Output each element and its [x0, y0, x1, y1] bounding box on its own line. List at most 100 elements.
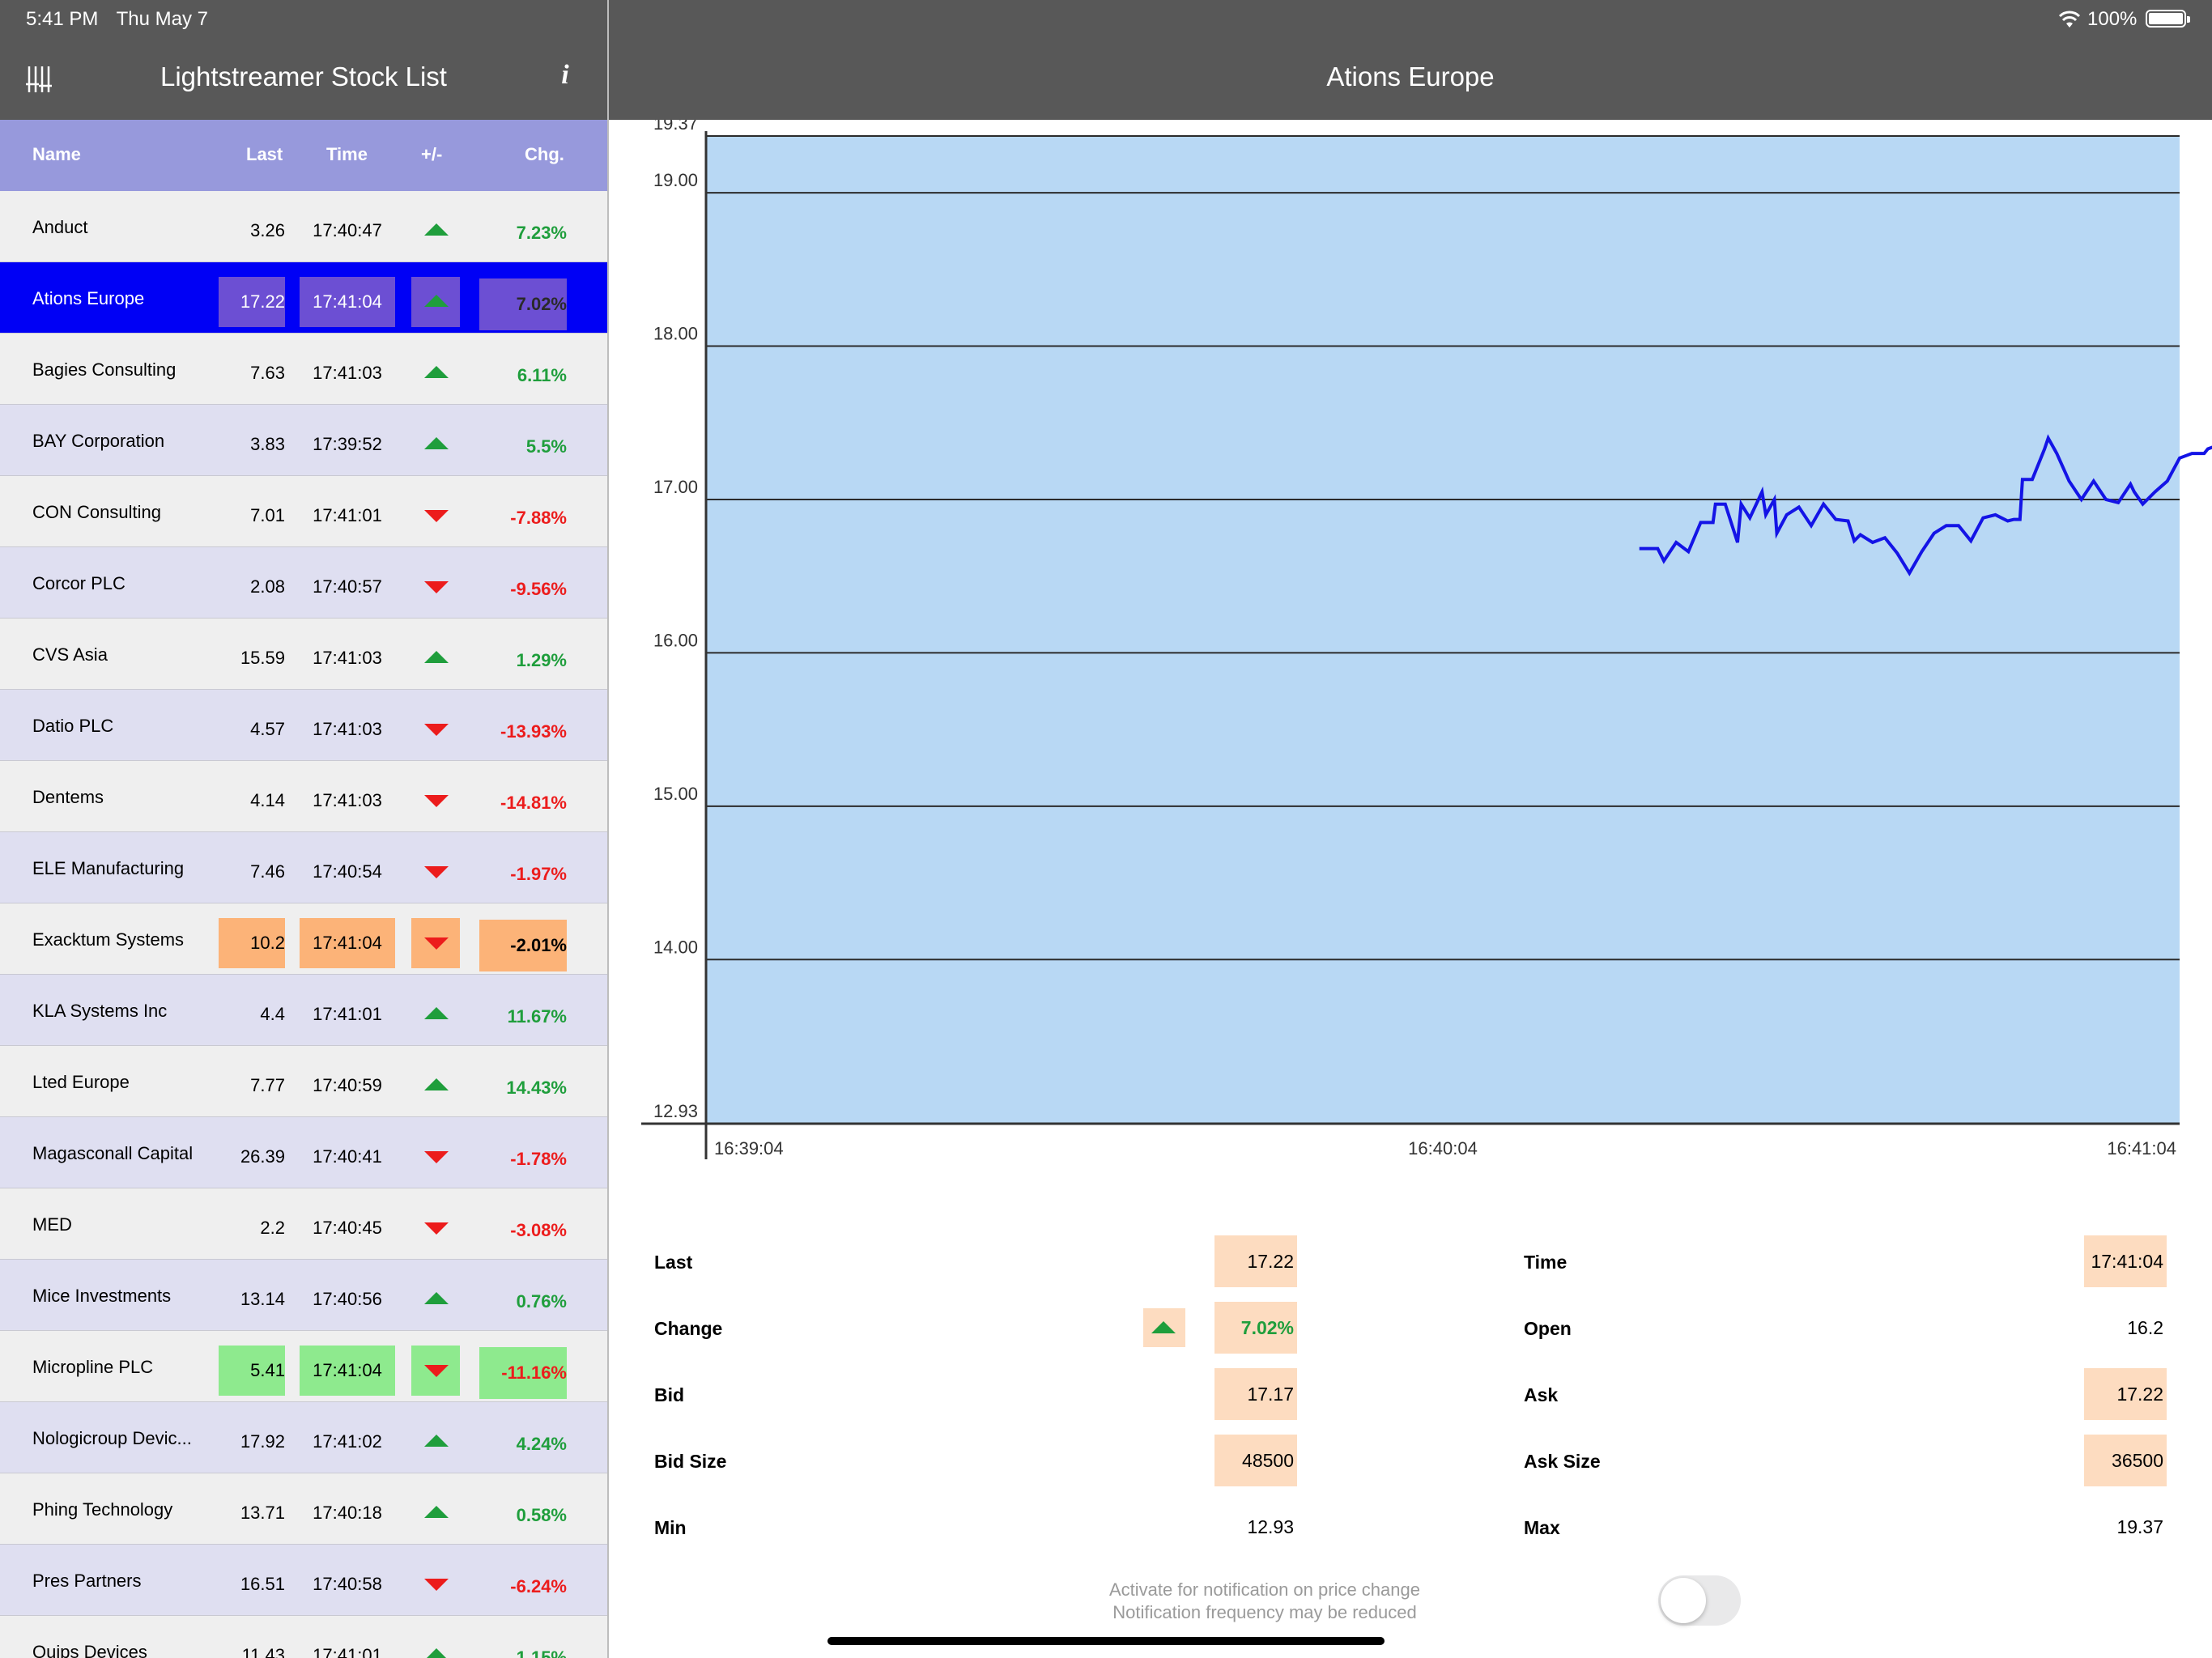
stock-list-pane: 5:41 PM Thu May 7 Lightstreamer Stock Li…: [0, 0, 607, 1658]
stock-last: 13.14: [240, 1289, 285, 1309]
column-last[interactable]: Last: [246, 144, 283, 165]
stock-change: 4.24%: [516, 1434, 567, 1454]
y-tick-label: 14.00: [653, 937, 698, 957]
status-time: 5:41 PM Thu May 7: [26, 8, 221, 31]
table-row[interactable]: Pres Partners 16.51 17:40:58 -6.24%: [0, 1545, 607, 1616]
table-row[interactable]: Corcor PLC 2.08 17:40:57 -9.56%: [0, 547, 607, 619]
notification-caption: Activate for notification on price chang…: [1078, 1579, 1451, 1624]
table-row[interactable]: BAY Corporation 3.83 17:39:52 5.5%: [0, 405, 607, 476]
stock-name: Micropline PLC: [32, 1357, 154, 1377]
stock-time: 17:40:58: [313, 1574, 382, 1594]
stock-time: 17:40:41: [313, 1146, 382, 1167]
arrow-down-icon: [411, 918, 460, 968]
stock-last: 7.77: [250, 1075, 285, 1095]
arrow-down-icon: [411, 704, 460, 755]
stock-last: 17.92: [240, 1431, 285, 1452]
table-row[interactable]: KLA Systems Inc 4.4 17:41:01 11.67%: [0, 975, 607, 1046]
stock-last: 7.01: [250, 505, 285, 525]
table-row[interactable]: Phing Technology 13.71 17:40:18 0.58%: [0, 1473, 607, 1545]
table-row[interactable]: Magasconall Capital 26.39 17:40:41 -1.78%: [0, 1117, 607, 1188]
stock-name: Datio PLC: [32, 716, 114, 736]
stock-name: KLA Systems Inc: [32, 1001, 168, 1021]
x-tick-label: 16:40:04: [1408, 1138, 1478, 1158]
column-time[interactable]: Time: [326, 144, 368, 165]
stock-time: 17:41:04: [300, 277, 395, 327]
table-row[interactable]: Ations Europe 17.22 17:41:04 7.02%: [0, 262, 607, 334]
ask-size-label: Ask Size: [1524, 1451, 1601, 1472]
arrow-up-icon: [411, 206, 460, 256]
info-icon[interactable]: i: [555, 60, 575, 96]
stock-change: -1.78%: [510, 1149, 567, 1169]
stock-last: 10.2: [219, 918, 285, 968]
stock-name: Magasconall Capital: [32, 1143, 194, 1163]
table-row[interactable]: MED 2.2 17:40:45 -3.08%: [0, 1188, 607, 1260]
stock-change: 0.58%: [516, 1505, 567, 1525]
x-tick-label: 16:39:04: [714, 1138, 784, 1158]
y-tick-label: 19.37: [653, 120, 698, 134]
table-row[interactable]: Nologicroup Devic... 17.92 17:41:02 4.24%: [0, 1402, 607, 1473]
arrow-down-icon: [411, 562, 460, 612]
table-row[interactable]: Dentems 4.14 17:41:03 -14.81%: [0, 761, 607, 832]
home-indicator[interactable]: [827, 1637, 1385, 1645]
table-row[interactable]: ELE Manufacturing 7.46 17:40:54 -1.97%: [0, 832, 607, 903]
last-value: 17.22: [1214, 1235, 1297, 1287]
stock-time: 17:41:04: [300, 918, 395, 968]
stock-change: 7.02%: [479, 278, 567, 330]
stock-last: 13.71: [240, 1503, 285, 1523]
column-change-arrow[interactable]: +/-: [421, 144, 442, 165]
column-name[interactable]: Name: [32, 144, 81, 165]
notification-toggle[interactable]: [1658, 1575, 1741, 1626]
stock-time: 17:40:57: [313, 576, 382, 597]
stock-name: Dentems: [32, 787, 104, 807]
stock-change: -2.01%: [479, 920, 567, 971]
column-change[interactable]: Chg.: [525, 144, 564, 165]
stock-time: 17:41:02: [313, 1431, 382, 1452]
stock-time: 17:41:03: [313, 363, 382, 383]
ask-size-value: 36500: [2084, 1435, 2167, 1486]
change-label: Change: [654, 1318, 723, 1339]
stock-time: 17:40:18: [313, 1503, 382, 1523]
table-row[interactable]: CVS Asia 15.59 17:41:03 1.29%: [0, 619, 607, 690]
stock-name: Phing Technology: [32, 1499, 173, 1520]
stock-name: BAY Corporation: [32, 431, 165, 451]
table-row[interactable]: Lted Europe 7.77 17:40:59 14.43%: [0, 1046, 607, 1117]
y-tick-label: 18.00: [653, 324, 698, 344]
arrow-up-icon: [411, 989, 460, 1039]
max-label: Max: [1524, 1517, 1560, 1538]
arrow-up-icon: [411, 1061, 460, 1111]
table-row[interactable]: Quips Devices 11.43 17:41:01 1.15%: [0, 1616, 607, 1658]
time-value: 17:41:04: [2084, 1235, 2167, 1287]
stock-last: 5.41: [219, 1346, 285, 1396]
table-row[interactable]: Datio PLC 4.57 17:41:03 -13.93%: [0, 690, 607, 761]
change-arrow-icon: [1143, 1308, 1185, 1347]
y-tick-label: 12.93: [653, 1101, 698, 1121]
stock-time: 17:40:56: [313, 1289, 382, 1309]
stock-time: 17:41:04: [300, 1346, 395, 1396]
table-row[interactable]: Mice Investments 13.14 17:40:56 0.76%: [0, 1260, 607, 1331]
stock-last: 16.51: [240, 1574, 285, 1594]
toggle-knob: [1661, 1578, 1706, 1623]
stock-change: 6.11%: [517, 365, 567, 385]
stock-change: -6.24%: [510, 1576, 567, 1596]
stock-name: Pres Partners: [32, 1571, 142, 1591]
stock-last: 3.83: [250, 434, 285, 454]
stock-name: Ations Europe: [32, 288, 145, 308]
stock-name: Nologicroup Devic...: [32, 1428, 192, 1448]
arrow-up-icon: [411, 419, 460, 470]
stock-name: CON Consulting: [32, 502, 161, 522]
table-row[interactable]: Bagies Consulting 7.63 17:41:03 6.11%: [0, 334, 607, 405]
arrow-down-icon: [411, 776, 460, 826]
arrow-down-icon: [411, 491, 460, 541]
arrow-down-icon: [411, 1132, 460, 1182]
stock-change: -13.93%: [500, 721, 567, 742]
list-title: Lightstreamer Stock List: [160, 62, 447, 91]
stock-name: Exacktum Systems: [32, 929, 185, 950]
table-row[interactable]: Micropline PLC 5.41 17:41:04 -11.16%: [0, 1331, 607, 1402]
table-row[interactable]: Exacktum Systems 10.2 17:41:04 -2.01%: [0, 903, 607, 975]
stock-time: 17:41:03: [313, 719, 382, 739]
table-row[interactable]: CON Consulting 7.01 17:41:01 -7.88%: [0, 476, 607, 547]
table-row[interactable]: Anduct 3.26 17:40:47 7.23%: [0, 191, 607, 262]
stock-change: -1.97%: [510, 864, 567, 884]
stock-last: 4.4: [260, 1004, 285, 1024]
stock-name: Anduct: [32, 217, 88, 237]
